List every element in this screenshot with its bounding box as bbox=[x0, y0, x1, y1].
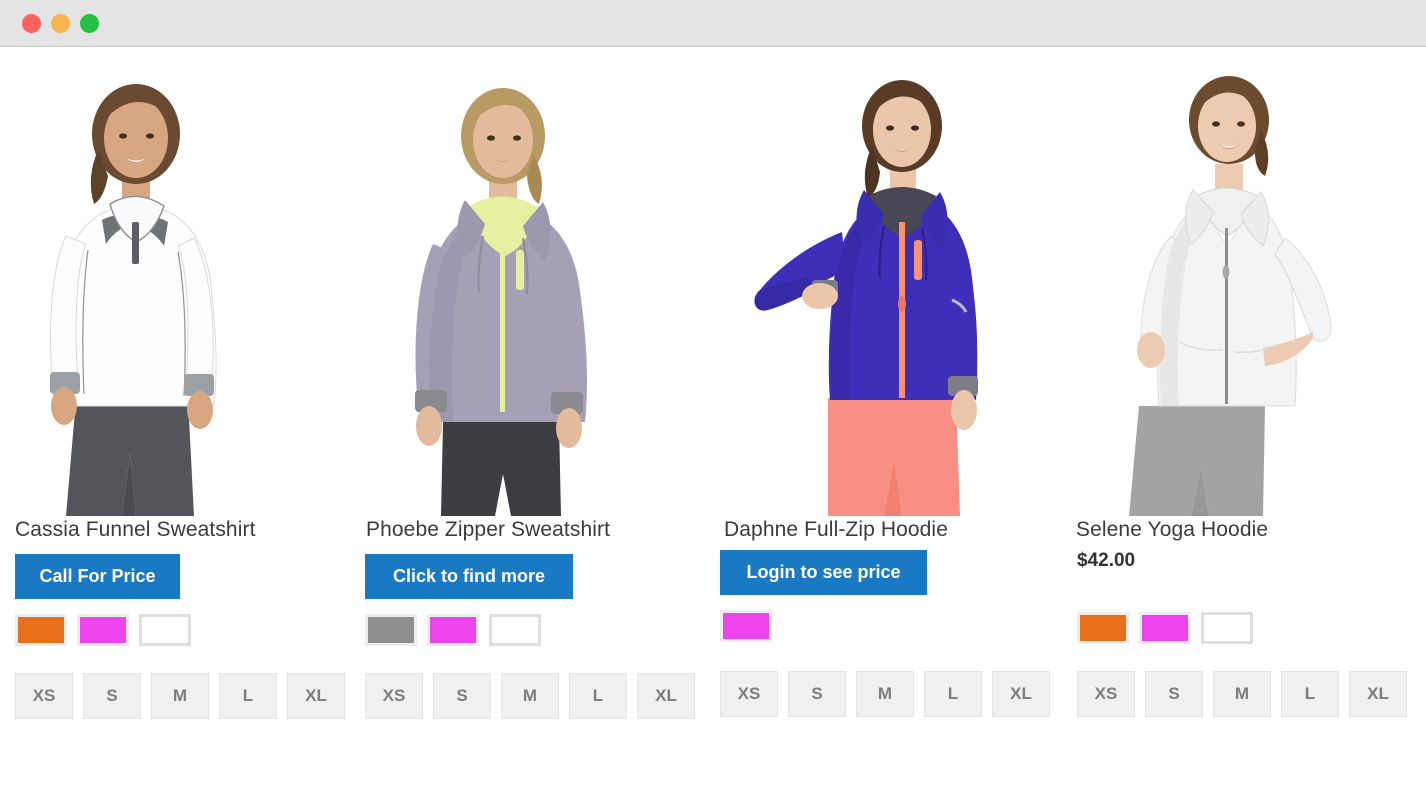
product-image[interactable] bbox=[18, 54, 338, 516]
size-option-m[interactable]: M bbox=[151, 673, 209, 719]
product-title[interactable]: Cassia Funnel Sweatshirt bbox=[15, 518, 256, 542]
product-cta-button[interactable]: Call For Price bbox=[15, 554, 180, 599]
size-option-s[interactable]: S bbox=[1145, 671, 1203, 717]
color-swatch-group bbox=[15, 614, 191, 646]
color-swatch-white[interactable] bbox=[139, 614, 191, 646]
product-cta-button[interactable]: Click to find more bbox=[365, 554, 573, 599]
color-swatch-magenta[interactable] bbox=[1139, 612, 1191, 644]
model-photo-daphne-full-zip-hoodie bbox=[724, 54, 1044, 516]
maximize-window-button[interactable] bbox=[80, 14, 99, 33]
size-option-xl[interactable]: XL bbox=[637, 673, 695, 719]
size-option-l[interactable]: L bbox=[219, 673, 277, 719]
model-photo-cassia-funnel-sweatshirt bbox=[18, 54, 338, 516]
size-option-s[interactable]: S bbox=[83, 673, 141, 719]
size-option-group: XS S M L XL bbox=[15, 673, 345, 719]
color-swatch-magenta[interactable] bbox=[77, 614, 129, 646]
size-option-xs[interactable]: XS bbox=[720, 671, 778, 717]
size-option-group: XS S M L XL bbox=[720, 671, 1050, 717]
size-option-xl[interactable]: XL bbox=[992, 671, 1050, 717]
traffic-light-group bbox=[22, 14, 99, 33]
product-image[interactable] bbox=[1079, 54, 1399, 516]
product-card[interactable]: Phoebe Zipper Sweatshirt Click to find m… bbox=[355, 48, 711, 748]
model-photo-selene-yoga-hoodie bbox=[1079, 54, 1399, 516]
color-swatch-magenta[interactable] bbox=[427, 614, 479, 646]
product-title[interactable]: Selene Yoga Hoodie bbox=[1076, 518, 1268, 542]
product-card[interactable]: Cassia Funnel Sweatshirt Call For Price … bbox=[0, 48, 356, 748]
size-option-m[interactable]: M bbox=[501, 673, 559, 719]
product-image[interactable] bbox=[724, 54, 1044, 516]
model-photo-phoebe-zipper-sweatshirt bbox=[371, 54, 691, 516]
size-option-m[interactable]: M bbox=[1213, 671, 1271, 717]
size-option-m[interactable]: M bbox=[856, 671, 914, 717]
window-titlebar bbox=[0, 0, 1426, 47]
size-option-xs[interactable]: XS bbox=[1077, 671, 1135, 717]
size-option-xl[interactable]: XL bbox=[287, 673, 345, 719]
size-option-l[interactable]: L bbox=[924, 671, 982, 717]
color-swatch-group bbox=[365, 614, 541, 646]
color-swatch-group bbox=[720, 610, 772, 642]
minimize-window-button[interactable] bbox=[51, 14, 70, 33]
color-swatch-group bbox=[1077, 612, 1253, 644]
product-grid: Cassia Funnel Sweatshirt Call For Price … bbox=[0, 48, 1426, 748]
color-swatch-gray[interactable] bbox=[365, 614, 417, 646]
product-title[interactable]: Phoebe Zipper Sweatshirt bbox=[366, 518, 610, 542]
size-option-xl[interactable]: XL bbox=[1349, 671, 1407, 717]
size-option-l[interactable]: L bbox=[1281, 671, 1339, 717]
size-option-s[interactable]: S bbox=[788, 671, 846, 717]
size-option-group: XS S M L XL bbox=[365, 673, 695, 719]
color-swatch-orange[interactable] bbox=[1077, 612, 1129, 644]
size-option-l[interactable]: L bbox=[569, 673, 627, 719]
color-swatch-white[interactable] bbox=[1201, 612, 1253, 644]
size-option-group: XS S M L XL bbox=[1077, 671, 1407, 717]
close-window-button[interactable] bbox=[22, 14, 41, 33]
size-option-xs[interactable]: XS bbox=[15, 673, 73, 719]
color-swatch-magenta[interactable] bbox=[720, 610, 772, 642]
product-card[interactable]: Selene Yoga Hoodie $42.00 XS S M L XL bbox=[1063, 48, 1419, 748]
product-title[interactable]: Daphne Full-Zip Hoodie bbox=[724, 518, 948, 542]
product-price: $42.00 bbox=[1077, 550, 1136, 571]
size-option-s[interactable]: S bbox=[433, 673, 491, 719]
color-swatch-orange[interactable] bbox=[15, 614, 67, 646]
page-content: Cassia Funnel Sweatshirt Call For Price … bbox=[0, 48, 1426, 808]
color-swatch-white[interactable] bbox=[489, 614, 541, 646]
product-image[interactable] bbox=[371, 54, 691, 516]
size-option-xs[interactable]: XS bbox=[365, 673, 423, 719]
product-cta-button[interactable]: Login to see price bbox=[720, 550, 927, 595]
product-card[interactable]: Daphne Full-Zip Hoodie Login to see pric… bbox=[710, 48, 1066, 748]
